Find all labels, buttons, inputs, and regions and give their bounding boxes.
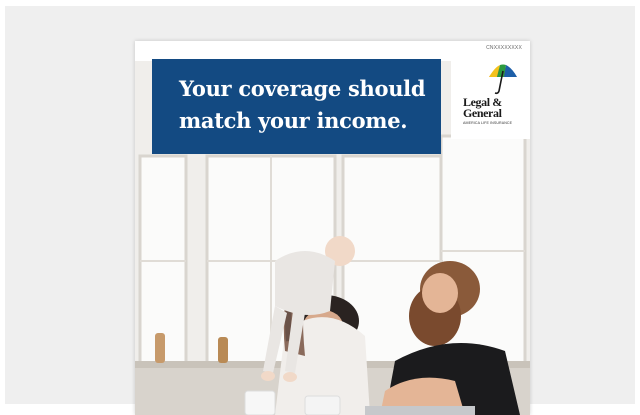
headline-line-2: match your income. (179, 108, 408, 133)
ad-card: CNXXXXXXXX Your coverage should match yo… (135, 41, 530, 415)
campaign-code: CNXXXXXXXX (486, 45, 522, 51)
headline-line-1: Your coverage should (179, 76, 426, 101)
brand-logo: Legal & General AMERICA LIFE INSURANCE (451, 59, 530, 139)
brand-name: Legal & General (463, 96, 525, 120)
ad-preview-area: CNXXXXXXXX Your coverage should match yo… (5, 6, 635, 415)
headline-banner: Your coverage should match your income. (152, 59, 441, 154)
brand-line-2: General (463, 106, 502, 120)
headline: Your coverage should match your income. (179, 73, 429, 137)
umbrella-icon (489, 64, 517, 95)
card-top-strip: CNXXXXXXXX (135, 41, 530, 61)
brand-tagline: AMERICA LIFE INSURANCE (463, 121, 513, 125)
